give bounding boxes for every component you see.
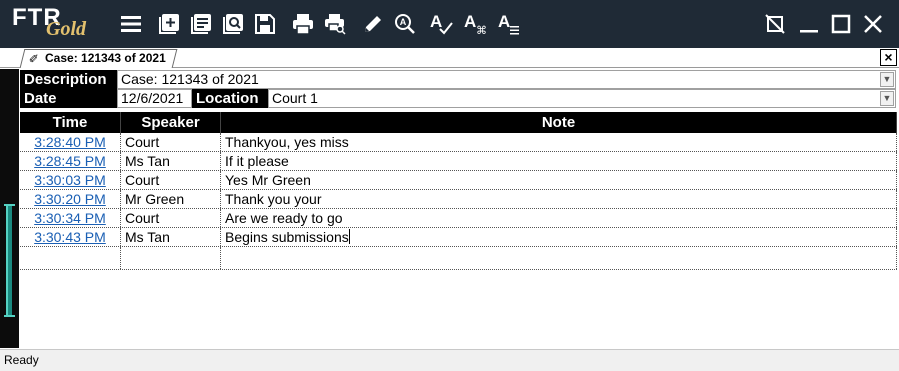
time-cell[interactable]: 3:30:43 PM <box>20 228 121 246</box>
speaker-cell[interactable]: Court <box>121 171 221 189</box>
close-icon[interactable] <box>858 9 888 39</box>
column-header-time[interactable]: Time <box>20 112 121 133</box>
location-value: Court 1 <box>272 90 318 106</box>
status-text: Ready <box>4 353 39 367</box>
note-cell[interactable]: Thankyou, yes miss <box>221 133 897 151</box>
status-bar: Ready <box>0 349 899 371</box>
time-link[interactable]: 3:28:45 PM <box>34 153 106 169</box>
notes-list-icon[interactable] <box>186 9 216 39</box>
time-link[interactable]: 3:30:43 PM <box>34 229 106 245</box>
svg-text:A: A <box>464 12 476 31</box>
leaf-icon: ✐ <box>28 52 39 66</box>
ftr-gold-logo: FTR Gold <box>12 4 102 44</box>
minimize-icon[interactable] <box>794 9 824 39</box>
print-preview-icon[interactable] <box>320 9 350 39</box>
note-text: Begins submissions <box>225 229 349 245</box>
svg-text:A: A <box>430 12 442 31</box>
note-cell[interactable]: Yes Mr Green <box>221 171 897 189</box>
time-cell[interactable]: 3:28:40 PM <box>20 133 121 151</box>
note-cell[interactable]: Thank you your <box>221 190 897 208</box>
text-caret <box>348 229 350 244</box>
table-row[interactable]: 3:28:45 PM Ms Tan If it please <box>20 152 897 171</box>
print-icon[interactable] <box>288 9 318 39</box>
table-header: Time Speaker Note <box>20 112 897 133</box>
maximize-icon[interactable] <box>826 9 856 39</box>
new-entry-row[interactable] <box>20 247 897 270</box>
time-link[interactable]: 3:30:03 PM <box>34 172 106 188</box>
date-field[interactable]: 12/6/2021 <box>117 89 192 108</box>
table-row[interactable]: 3:30:03 PM Court Yes Mr Green <box>20 171 897 190</box>
logo-sub-text: Gold <box>46 18 86 40</box>
time-link[interactable]: 3:30:34 PM <box>34 210 106 226</box>
recording-marker <box>6 205 12 317</box>
preview-icon[interactable] <box>218 9 248 39</box>
shortcuts-icon[interactable]: A ⌘ <box>460 9 490 39</box>
location-field[interactable]: Court 1 ▼ <box>268 89 896 108</box>
marker-end-tick <box>4 315 15 317</box>
table-row[interactable]: 3:30:20 PM Mr Green Thank you your <box>20 190 897 209</box>
table-row[interactable]: 3:28:40 PM Court Thankyou, yes miss <box>20 133 897 152</box>
tab-case[interactable]: ✐ Case: 121343 of 2021 <box>19 49 178 68</box>
timeline-gutter[interactable] <box>0 69 19 348</box>
title-bar: FTR Gold A A A ⌘ A <box>0 0 899 48</box>
date-label: Date <box>20 89 117 108</box>
table-row[interactable]: 3:30:34 PM Court Are we ready to go <box>20 209 897 228</box>
chevron-down-icon[interactable]: ▼ <box>880 72 894 87</box>
save-icon[interactable] <box>250 9 280 39</box>
speaker-cell[interactable]: Court <box>121 209 221 227</box>
time-cell[interactable]: 3:30:03 PM <box>20 171 121 189</box>
chevron-down-icon[interactable]: ▼ <box>880 91 894 106</box>
time-cell[interactable] <box>20 247 121 269</box>
column-header-note[interactable]: Note <box>221 112 897 133</box>
speaker-cell[interactable]: Mr Green <box>121 190 221 208</box>
svg-text:⌘: ⌘ <box>476 24 487 36</box>
tab-label: Case: 121343 of 2021 <box>45 51 166 65</box>
time-cell[interactable]: 3:30:34 PM <box>20 209 121 227</box>
note-cell[interactable]: Are we ready to go <box>221 209 897 227</box>
description-label: Description <box>20 70 117 89</box>
note-cell[interactable]: If it please <box>221 152 897 170</box>
time-cell[interactable]: 3:28:45 PM <box>20 152 121 170</box>
time-link[interactable]: 3:30:20 PM <box>34 191 106 207</box>
note-cell[interactable] <box>221 247 897 269</box>
note-cell[interactable]: Begins submissions <box>221 228 897 246</box>
description-field[interactable]: Case: 121343 of 2021 ▼ <box>117 70 896 89</box>
menu-icon[interactable] <box>116 9 146 39</box>
svg-text:A: A <box>498 12 510 31</box>
svg-text:A: A <box>400 17 407 27</box>
table-row[interactable]: 3:30:43 PM Ms Tan Begins submissions <box>20 228 897 247</box>
speaker-cell[interactable]: Ms Tan <box>121 228 221 246</box>
edit-icon[interactable] <box>358 9 388 39</box>
location-label: Location <box>192 89 268 108</box>
spell-check-icon[interactable]: A <box>426 9 456 39</box>
marker-start-tick <box>4 204 15 206</box>
tab-strip: ✐ Case: 121343 of 2021 <box>0 48 899 68</box>
column-header-speaker[interactable]: Speaker <box>121 112 221 133</box>
speaker-cell[interactable] <box>121 247 221 269</box>
disconnect-icon[interactable] <box>760 9 790 39</box>
add-note-icon[interactable] <box>154 9 184 39</box>
speaker-cell[interactable]: Ms Tan <box>121 152 221 170</box>
time-cell[interactable]: 3:30:20 PM <box>20 190 121 208</box>
description-value: Case: 121343 of 2021 <box>121 71 259 87</box>
date-value: 12/6/2021 <box>121 90 184 106</box>
time-link[interactable]: 3:28:40 PM <box>34 134 106 150</box>
speaker-cell[interactable]: Court <box>121 133 221 151</box>
close-tab-button[interactable]: × <box>880 49 897 66</box>
find-icon[interactable]: A <box>390 9 420 39</box>
notes-table: Time Speaker Note 3:28:40 PM Court Thank… <box>20 112 897 270</box>
text-list-icon[interactable]: A <box>494 9 524 39</box>
